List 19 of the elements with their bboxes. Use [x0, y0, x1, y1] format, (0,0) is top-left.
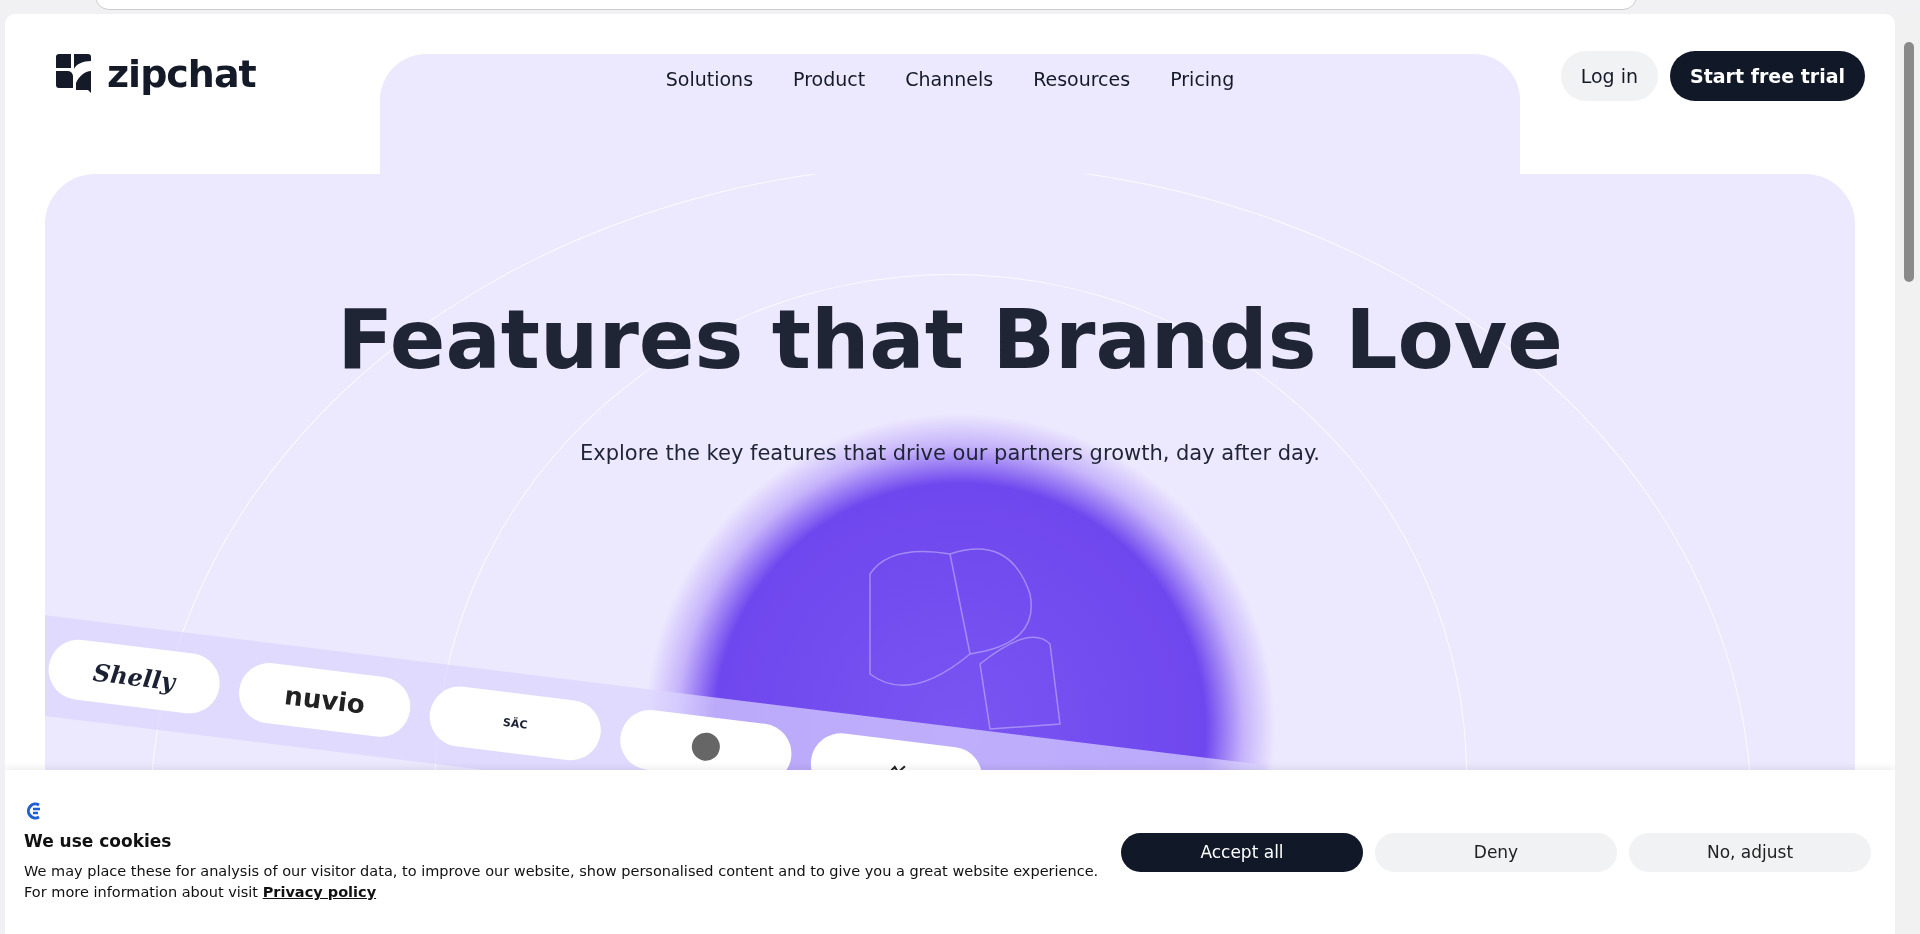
cookie-button[interactable]: No, adjust	[1629, 832, 1871, 872]
cookie-button[interactable]: Accept all	[1121, 832, 1363, 872]
partner-logo: SÄC	[502, 715, 529, 732]
login-button[interactable]: Log in	[1560, 51, 1658, 101]
nav-link[interactable]: Solutions	[665, 64, 754, 94]
cookie-title: We use cookies	[24, 831, 173, 851]
nav-link[interactable]: Pricing	[1170, 64, 1235, 94]
nav-link[interactable]: Channels	[905, 64, 994, 94]
nav-link[interactable]: Product	[793, 64, 866, 94]
cookie-text: We may place these for analysis of our visitor data, to improve our website, show personalised content and to give you a great website experience. For more information about visit Privacy policy	[24, 862, 1100, 902]
partner-logo: Shelly	[91, 657, 177, 696]
brand-name[interactable]: zipchat	[107, 52, 256, 96]
privacy-policy-link[interactable]: Privacy policy	[262, 884, 377, 900]
nav-link[interactable]: Resources	[1033, 64, 1131, 94]
hero-subtitle: Explore the key features that drive our partners growth, day after day.	[579, 441, 1321, 465]
hero-title: Features that Brands Love	[336, 291, 1564, 387]
start-trial-button[interactable]: Start free trial	[1670, 51, 1865, 101]
cookie-button[interactable]: Deny	[1375, 832, 1617, 872]
partner-logo: nuvio	[282, 680, 367, 720]
